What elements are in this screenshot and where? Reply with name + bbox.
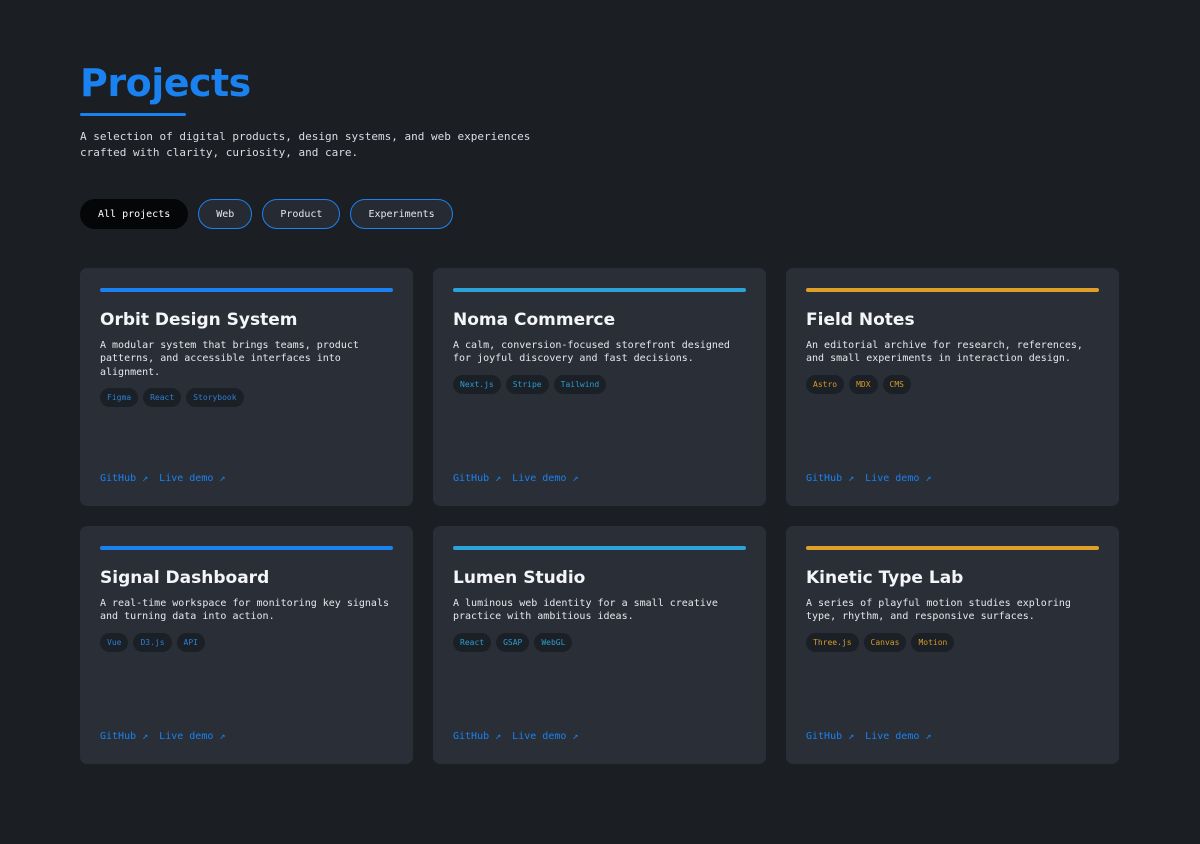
project-card: Noma Commerce A calm, conversion-focused…: [433, 268, 766, 506]
title-underline: [80, 113, 186, 116]
filter-all-projects[interactable]: All projects: [80, 199, 189, 229]
tag: CMS: [882, 374, 911, 394]
tag-list: Vue D3.js API: [100, 632, 393, 652]
tag-list: Three.js Canvas Motion: [806, 632, 1099, 652]
card-title[interactable]: Kinetic Type Lab: [806, 566, 1099, 590]
tag-list: Astro MDX CMS: [806, 374, 1099, 394]
live-demo-link[interactable]: Live demo ↗: [512, 472, 578, 486]
project-grid: Orbit Design System A modular system tha…: [80, 268, 1119, 764]
github-link[interactable]: GitHub ↗: [100, 730, 148, 744]
tag: WebGL: [534, 632, 573, 652]
card-description: A luminous web identity for a small crea…: [453, 597, 718, 623]
tag: React: [453, 632, 492, 652]
tag-list: Next.js Stripe Tailwind: [453, 374, 746, 394]
github-link[interactable]: GitHub ↗: [806, 730, 854, 744]
project-card: Kinetic Type Lab A series of playful mot…: [786, 526, 1119, 764]
card-links: GitHub ↗ Live demo ↗: [806, 472, 931, 486]
tag: MDX: [849, 374, 878, 394]
card-links: GitHub ↗ Live demo ↗: [806, 730, 931, 744]
tag: Stripe: [505, 374, 549, 394]
github-link[interactable]: GitHub ↗: [806, 472, 854, 486]
tag: API: [176, 632, 205, 652]
live-demo-link[interactable]: Live demo ↗: [512, 730, 578, 744]
card-links: GitHub ↗ Live demo ↗: [453, 472, 578, 486]
project-card: Orbit Design System A modular system tha…: [80, 268, 413, 506]
card-links: GitHub ↗ Live demo ↗: [100, 730, 225, 744]
card-title[interactable]: Orbit Design System: [100, 308, 393, 332]
tag: Vue: [100, 632, 129, 652]
card-title[interactable]: Field Notes: [806, 308, 1099, 332]
github-link[interactable]: GitHub ↗: [100, 472, 148, 486]
tag: Figma: [100, 388, 139, 407]
github-link[interactable]: GitHub ↗: [453, 730, 501, 744]
filter-experiments[interactable]: Experiments: [350, 199, 453, 229]
card-title[interactable]: Lumen Studio: [453, 566, 746, 590]
tag: Tailwind: [553, 374, 607, 394]
card-description: An editorial archive for research, refer…: [806, 339, 1083, 365]
tag: GSAP: [496, 632, 530, 652]
projects-page: Projects A selection of digital products…: [0, 0, 1200, 844]
tag: Storybook: [186, 388, 244, 407]
filter-web[interactable]: Web: [198, 199, 253, 229]
card-description: A calm, conversion-focused storefront de…: [453, 339, 730, 365]
card-accent-bar: [100, 288, 393, 292]
github-link[interactable]: GitHub ↗: [453, 472, 501, 486]
tag-list: Figma React Storybook: [100, 388, 393, 407]
live-demo-link[interactable]: Live demo ↗: [865, 730, 931, 744]
filter-bar: All projects Web Product Experiments: [80, 199, 453, 229]
card-accent-bar: [100, 546, 393, 550]
project-card: Field Notes An editorial archive for res…: [786, 268, 1119, 506]
project-card: Lumen Studio A luminous web identity for…: [433, 526, 766, 764]
tag: Motion: [911, 632, 955, 652]
live-demo-link[interactable]: Live demo ↗: [159, 472, 225, 486]
tag: Three.js: [806, 632, 859, 652]
card-description: A modular system that brings teams, prod…: [100, 339, 359, 378]
live-demo-link[interactable]: Live demo ↗: [865, 472, 931, 486]
card-description: A real-time workspace for monitoring key…: [100, 597, 389, 623]
card-accent-bar: [453, 546, 746, 550]
card-accent-bar: [806, 288, 1099, 292]
page-title: Projects: [80, 61, 251, 105]
card-description: A series of playful motion studies explo…: [806, 597, 1071, 623]
page-intro: A selection of digital products, design …: [80, 130, 531, 159]
tag: Astro: [806, 374, 845, 394]
tag: Canvas: [863, 632, 907, 652]
card-accent-bar: [806, 546, 1099, 550]
project-card: Signal Dashboard A real-time workspace f…: [80, 526, 413, 764]
filter-product[interactable]: Product: [262, 199, 341, 229]
card-links: GitHub ↗ Live demo ↗: [453, 730, 578, 744]
live-demo-link[interactable]: Live demo ↗: [159, 730, 225, 744]
tag: Next.js: [453, 374, 501, 394]
card-accent-bar: [453, 288, 746, 292]
card-title[interactable]: Signal Dashboard: [100, 566, 393, 590]
tag-list: React GSAP WebGL: [453, 632, 746, 652]
card-links: GitHub ↗ Live demo ↗: [100, 472, 225, 486]
card-title[interactable]: Noma Commerce: [453, 308, 746, 332]
tag: React: [143, 388, 182, 407]
tag: D3.js: [133, 632, 172, 652]
